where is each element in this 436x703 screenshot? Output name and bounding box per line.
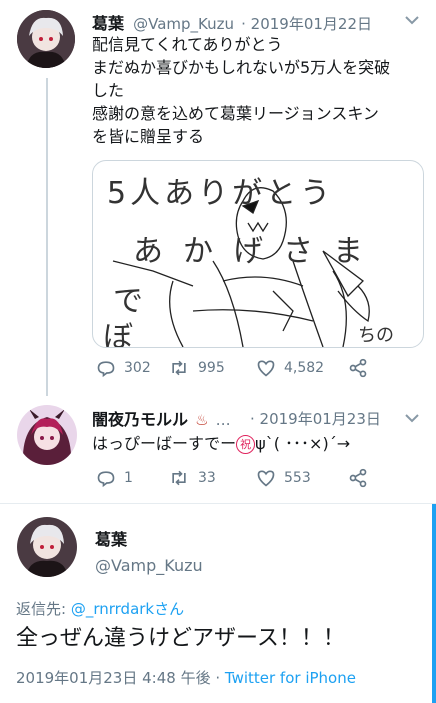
drawing-text-3: で: [113, 284, 143, 319]
share-button[interactable]: [348, 358, 376, 378]
like-button[interactable]: 553: [256, 468, 348, 488]
tweet-date[interactable]: · 2019年01月22日: [241, 15, 372, 33]
hot-spring-icon: ♨: [195, 411, 209, 429]
tweet-timestamp[interactable]: 2019年01月23日 4:48 午後: [16, 669, 211, 687]
reply-button[interactable]: 1: [96, 468, 168, 488]
like-count: 4,582: [284, 360, 325, 376]
thread-line: [46, 78, 48, 396]
reply-to-label: 返信先:: [16, 600, 71, 618]
drawing-text-4: ぼ: [103, 320, 133, 347]
tweet-text: 全っぜん違うけどアザース！！！: [16, 626, 345, 651]
retweet-button[interactable]: 33: [168, 468, 256, 488]
sketch-drawing: 5人ありがとう あかげさま で ぼ ちの: [103, 176, 394, 347]
drawing-text-2: あかげさま: [133, 234, 383, 269]
retweet-button[interactable]: 995: [168, 358, 256, 378]
avatar-image: [17, 10, 75, 68]
share-button[interactable]: [348, 468, 376, 488]
name-ellipsis: …: [215, 411, 231, 429]
share-icon: [349, 358, 367, 378]
avatar[interactable]: [17, 517, 77, 577]
retweet-count: 995: [198, 360, 225, 376]
focus-indicator: [432, 504, 436, 703]
author-handle[interactable]: @Vamp_Kuzu: [95, 556, 203, 575]
tweet-text: 配信見てくれてありがとう まだぬか喜びかもしれないが5万人を突破 した 感謝の意…: [92, 35, 391, 146]
author-handle[interactable]: @Vamp_Kuzu: [133, 15, 234, 33]
share-icon: [349, 468, 367, 488]
avatar[interactable]: [17, 10, 75, 68]
client-link[interactable]: Twitter for iPhone: [225, 669, 356, 687]
reply-button[interactable]: 302: [96, 358, 168, 378]
tweet-date[interactable]: · 2019年01月23日: [250, 408, 381, 429]
tweet-text: はっぴーばーすでー祝 ψ`( ･･･×)´→: [92, 434, 351, 454]
like-icon: [257, 470, 275, 487]
avatar[interactable]: [17, 405, 77, 465]
retweet-count: 33: [198, 470, 216, 486]
tweet-actions: 1 33 553: [96, 468, 386, 488]
avatar-image: [17, 517, 77, 577]
reply-icon: [97, 471, 115, 488]
like-count: 553: [284, 470, 311, 486]
reply-count: 1: [124, 470, 133, 486]
like-button[interactable]: 4,582: [256, 358, 348, 378]
like-icon: [257, 360, 275, 377]
retweet-icon: [172, 360, 186, 376]
author-name[interactable]: 闇夜乃モルル: [92, 410, 188, 429]
divider: [0, 503, 436, 504]
reply-to-handle[interactable]: @_rnrrdarkさん: [71, 600, 184, 618]
reply-icon: [97, 361, 115, 378]
author-name[interactable]: 葛葉: [95, 526, 127, 550]
retweet-icon: [172, 470, 186, 486]
tweet-actions: 302 995 4,582: [96, 358, 386, 378]
chevron-down-icon[interactable]: [404, 14, 420, 26]
avatar-image: [17, 405, 77, 465]
chevron-down-icon[interactable]: [404, 412, 420, 424]
tweet-image[interactable]: 5人ありがとう あかげさま で ぼ ちの: [92, 160, 424, 348]
celebration-badge: 祝: [236, 435, 256, 454]
drawing-text-1: 5人ありがとう: [107, 176, 334, 211]
drawing-text-5: ちの: [358, 325, 394, 346]
reply-count: 302: [124, 360, 151, 376]
author-name[interactable]: 葛葉: [92, 14, 124, 33]
